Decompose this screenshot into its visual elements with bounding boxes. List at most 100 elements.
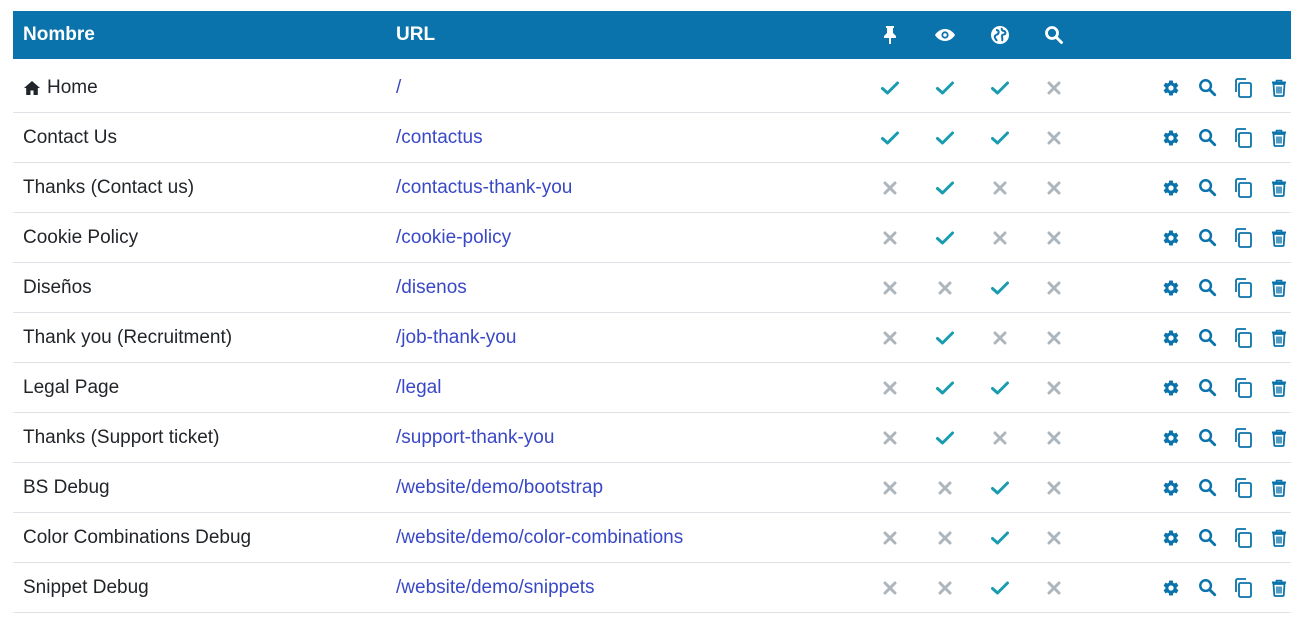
page-name[interactable]: Snippet Debug <box>23 577 149 599</box>
page-name[interactable]: Legal Page <box>23 377 119 399</box>
trash-icon[interactable] <box>1261 475 1297 501</box>
page-name[interactable]: Thanks (Support ticket) <box>23 427 219 449</box>
table-row[interactable]: Snippet Debug/website/demo/snippets <box>13 563 1291 613</box>
page-name[interactable]: Thanks (Contact us) <box>23 177 194 199</box>
is-indexed-check-icon <box>988 531 1012 545</box>
search-icon[interactable] <box>1189 375 1225 401</box>
page-name[interactable]: Cookie Policy <box>23 227 138 249</box>
page-url-link[interactable]: / <box>396 77 401 99</box>
page-url-link[interactable]: /disenos <box>396 277 467 299</box>
table-row[interactable]: Thank you (Recruitment) /job-thank-you <box>13 313 1291 363</box>
page-name[interactable]: Thank you (Recruitment) <box>23 327 232 349</box>
gear-icon[interactable] <box>1153 225 1189 251</box>
is-published-check-icon <box>933 231 957 245</box>
row-actions <box>1153 525 1297 551</box>
copy-icon[interactable] <box>1225 275 1261 301</box>
copy-icon[interactable] <box>1225 125 1261 151</box>
search-icon[interactable] <box>1189 475 1225 501</box>
trash-icon[interactable] <box>1261 325 1297 351</box>
page-url-link[interactable]: /website/demo/color-combinations <box>396 527 683 549</box>
page-url-link[interactable]: /job-thank-you <box>396 327 516 349</box>
eye-icon[interactable] <box>933 27 957 43</box>
copy-icon[interactable] <box>1225 375 1261 401</box>
page-name[interactable]: Color Combinations Debug <box>23 527 251 549</box>
table-row[interactable]: Contact Us/contactus <box>13 113 1291 163</box>
page-url-link[interactable]: /contactus <box>396 127 483 149</box>
gear-icon[interactable] <box>1153 575 1189 601</box>
is-seo-optimized-cross-icon <box>1042 281 1066 295</box>
gear-icon[interactable] <box>1153 125 1189 151</box>
is-indexed-check-icon <box>988 381 1012 395</box>
search-icon[interactable] <box>1189 125 1225 151</box>
page-url-link[interactable]: /support-thank-you <box>396 427 554 449</box>
page-url-link[interactable]: /cookie-policy <box>396 227 511 249</box>
table-row[interactable]: Thanks (Contact us) /contactus-thank-you <box>13 163 1291 213</box>
gear-icon[interactable] <box>1153 325 1189 351</box>
gear-icon[interactable] <box>1153 175 1189 201</box>
search-icon[interactable] <box>1189 75 1225 101</box>
gear-icon[interactable] <box>1153 425 1189 451</box>
trash-icon[interactable] <box>1261 175 1297 201</box>
copy-icon[interactable] <box>1225 425 1261 451</box>
copy-icon[interactable] <box>1225 475 1261 501</box>
is-indexed-cross-icon <box>988 331 1012 345</box>
trash-icon[interactable] <box>1261 425 1297 451</box>
search-icon[interactable] <box>1189 225 1225 251</box>
table-row[interactable]: Cookie Policy/cookie-policy <box>13 213 1291 263</box>
is-seo-optimized-cross-icon <box>1042 81 1066 95</box>
is-published-check-icon <box>933 181 957 195</box>
search-icon[interactable] <box>1189 425 1225 451</box>
table-row[interactable]: Color Combinations Debug/website/demo/co… <box>13 513 1291 563</box>
trash-icon[interactable] <box>1261 275 1297 301</box>
column-header-url[interactable]: URL <box>396 24 435 46</box>
search-icon[interactable] <box>1042 25 1066 45</box>
is-seo-optimized-cross-icon <box>1042 331 1066 345</box>
search-icon[interactable] <box>1189 525 1225 551</box>
trash-icon[interactable] <box>1261 125 1297 151</box>
gear-icon[interactable] <box>1153 375 1189 401</box>
copy-icon[interactable] <box>1225 575 1261 601</box>
page-name[interactable]: BS Debug <box>23 477 110 499</box>
copy-icon[interactable] <box>1225 325 1261 351</box>
is-published-cross-icon <box>933 281 957 295</box>
trash-icon[interactable] <box>1261 575 1297 601</box>
table-row[interactable]: BS Debug/website/demo/bootstrap <box>13 463 1291 513</box>
page-url-link[interactable]: /legal <box>396 377 441 399</box>
trash-icon[interactable] <box>1261 225 1297 251</box>
is-in-menu-cross-icon <box>878 431 902 445</box>
row-actions <box>1153 75 1297 101</box>
is-indexed-cross-icon <box>988 431 1012 445</box>
search-icon[interactable] <box>1189 275 1225 301</box>
gear-icon[interactable] <box>1153 525 1189 551</box>
table-row[interactable]: Legal Page/legal <box>13 363 1291 413</box>
page-url-link[interactable]: /website/demo/bootstrap <box>396 477 603 499</box>
pages-table: Nombre URL Home / Contact Us/contactus Than… <box>13 11 1291 613</box>
column-header-name[interactable]: Nombre <box>23 24 95 46</box>
table-row[interactable]: Thanks (Support ticket) /support-thank-yo… <box>13 413 1291 463</box>
trash-icon[interactable] <box>1261 75 1297 101</box>
search-icon[interactable] <box>1189 575 1225 601</box>
gear-icon[interactable] <box>1153 275 1189 301</box>
pin-icon[interactable] <box>878 25 902 45</box>
page-name[interactable]: Diseños <box>23 277 92 299</box>
copy-icon[interactable] <box>1225 225 1261 251</box>
trash-icon[interactable] <box>1261 375 1297 401</box>
page-url-link[interactable]: /contactus-thank-you <box>396 177 572 199</box>
copy-icon[interactable] <box>1225 175 1261 201</box>
is-indexed-check-icon <box>988 281 1012 295</box>
is-in-menu-cross-icon <box>878 331 902 345</box>
is-published-check-icon <box>933 331 957 345</box>
page-url-link[interactable]: /website/demo/snippets <box>396 577 595 599</box>
search-icon[interactable] <box>1189 325 1225 351</box>
trash-icon[interactable] <box>1261 525 1297 551</box>
table-row[interactable]: Diseños/disenos <box>13 263 1291 313</box>
gear-icon[interactable] <box>1153 475 1189 501</box>
search-icon[interactable] <box>1189 175 1225 201</box>
copy-icon[interactable] <box>1225 75 1261 101</box>
copy-icon[interactable] <box>1225 525 1261 551</box>
globe-icon[interactable] <box>988 25 1012 45</box>
page-name[interactable]: Contact Us <box>23 127 117 149</box>
table-row[interactable]: Home / <box>13 63 1291 113</box>
page-name[interactable]: Home <box>23 77 98 99</box>
gear-icon[interactable] <box>1153 75 1189 101</box>
